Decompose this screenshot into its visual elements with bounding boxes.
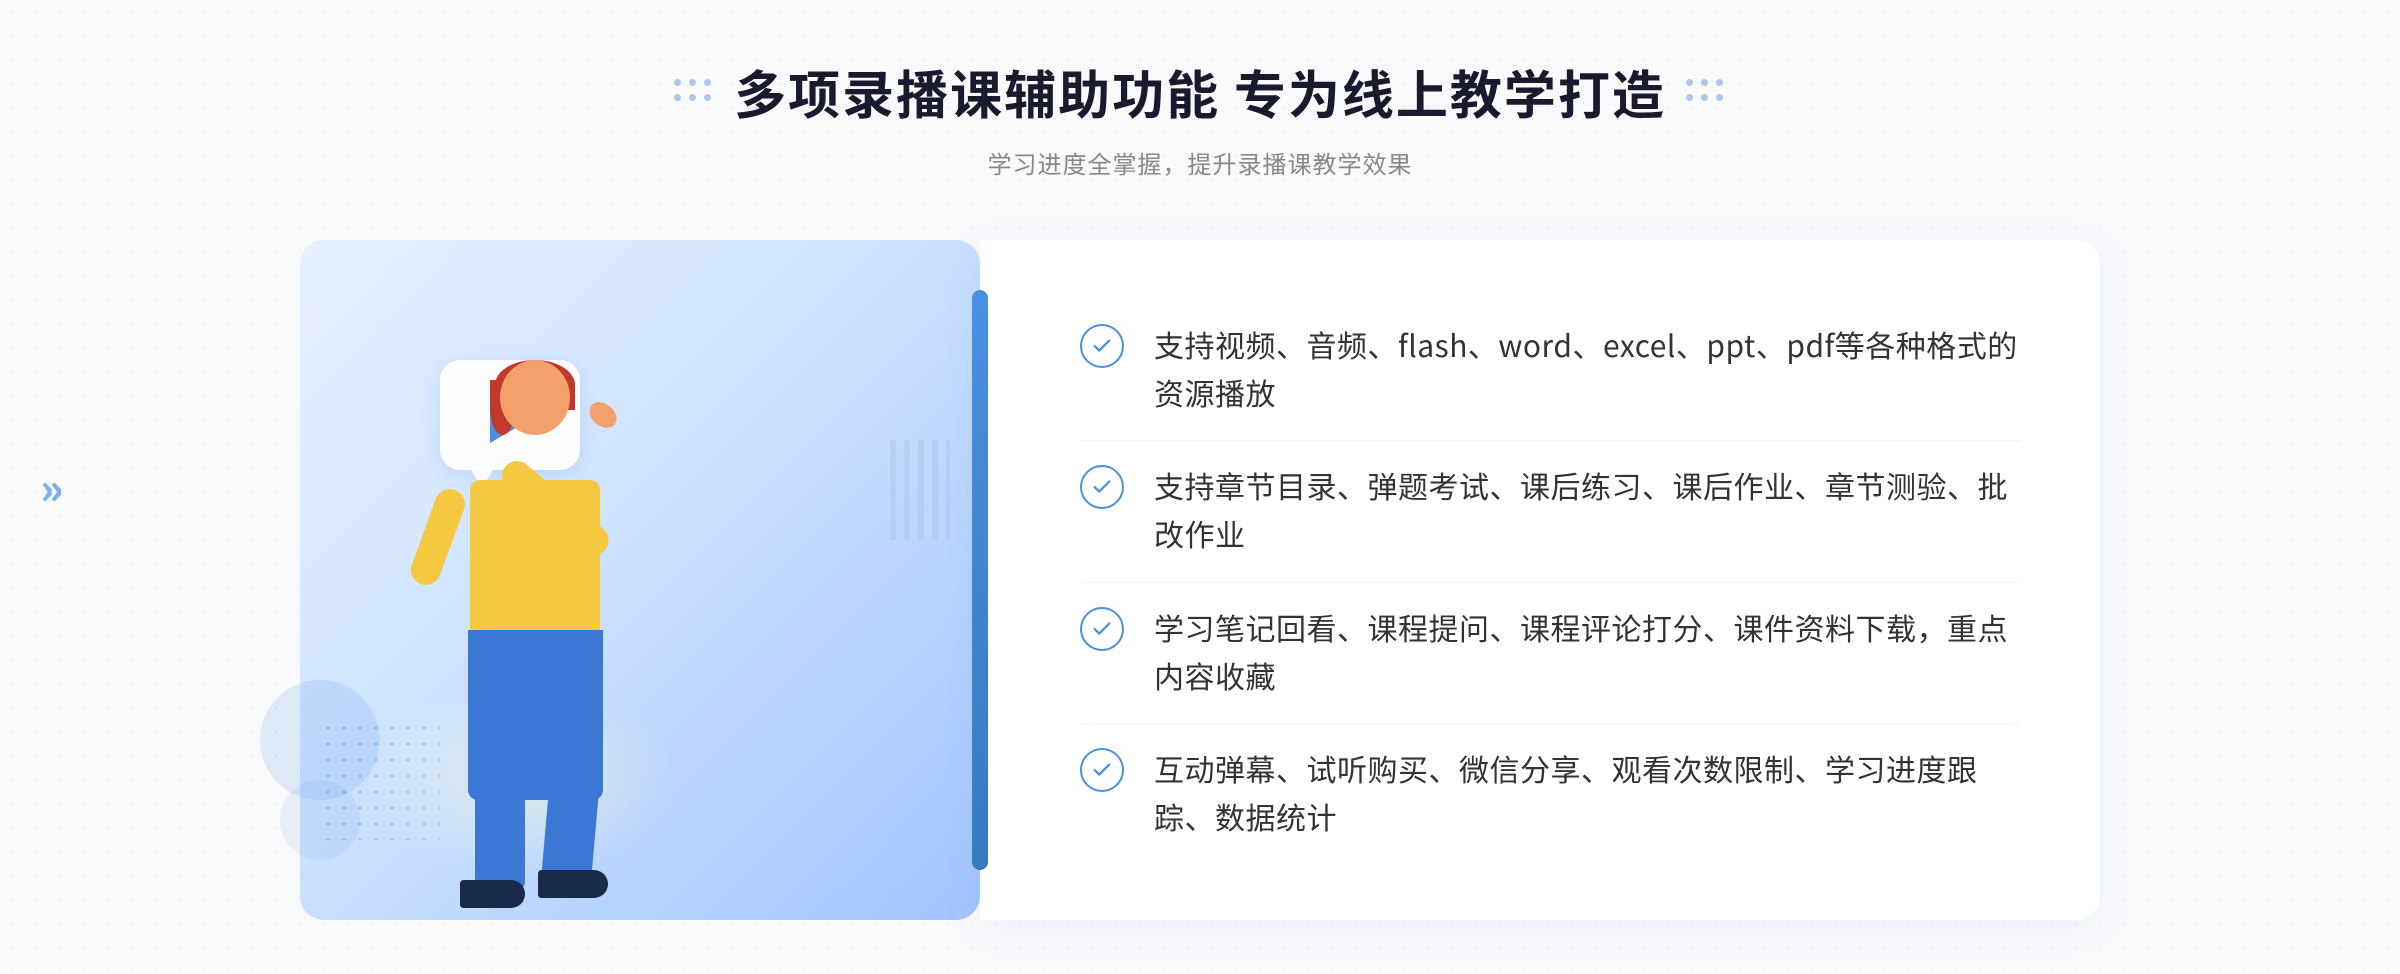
person-pants [468,630,603,800]
person-figure [360,360,640,920]
check-icon-3 [1080,607,1124,651]
header-section: 多项录播课辅助功能 专为线上教学打造 学习进度全掌握，提升录播课教学效果 [674,54,1726,180]
feature-item-4: 互动弹幕、试听购买、微信分享、观看次数限制、学习进度跟踪、数据统计 [1080,723,2020,860]
blue-accent-bar [972,290,988,870]
check-icon-4 [1080,748,1124,792]
feature-item-2: 支持章节目录、弹题考试、课后练习、课后作业、章节测验、批改作业 [1080,440,2020,577]
feature-text-4: 互动弹幕、试听购买、微信分享、观看次数限制、学习进度跟踪、数据统计 [1154,744,2020,840]
person-leg-left [475,790,525,890]
title-dots-left [674,79,714,104]
check-icon-2 [1080,465,1124,509]
person-arm-left [407,485,469,589]
page-subtitle: 学习进度全掌握，提升录播课教学效果 [674,145,1726,180]
feature-text-2: 支持章节目录、弹题考试、课后练习、课后作业、章节测验、批改作业 [1154,461,2020,557]
deco-circle-2 [280,780,360,860]
person-head [500,360,570,435]
check-icon-1 [1080,324,1124,368]
person-body [470,480,600,640]
page-title: 多项录播课辅助功能 专为线上教学打造 [734,54,1666,129]
person-hand-right [584,397,621,433]
content-section: 支持视频、音频、flash、word、excel、ppt、pdf等各种格式的资源… [300,240,2100,920]
feature-text-3: 学习笔记回看、课程提问、课程评论打分、课件资料下载，重点内容收藏 [1154,603,2020,699]
title-dots-right [1686,79,1726,104]
chevron-left-icon: » [40,466,63,508]
features-area: 支持视频、音频、flash、word、excel、ppt、pdf等各种格式的资源… [980,240,2100,920]
person-shoe-right [538,870,608,898]
feature-item-3: 学习笔记回看、课程提问、课程评论打分、课件资料下载，重点内容收藏 [1080,582,2020,719]
person-shoe-left [460,880,525,908]
page-chevrons-decoration: » [40,466,63,508]
page-wrapper: » 多项录播课辅助功能 专为线上教学打造 学习进度全掌握，提升录播课教学效果 [0,0,2400,974]
title-row: 多项录播课辅助功能 专为线上教学打造 [674,54,1726,129]
feature-item-1: 支持视频、音频、flash、word、excel、ppt、pdf等各种格式的资源… [1080,300,2020,436]
striped-decoration [890,440,950,540]
illustration-area [300,240,980,920]
person-leg-right [541,788,599,882]
feature-text-1: 支持视频、音频、flash、word、excel、ppt、pdf等各种格式的资源… [1154,320,2020,416]
